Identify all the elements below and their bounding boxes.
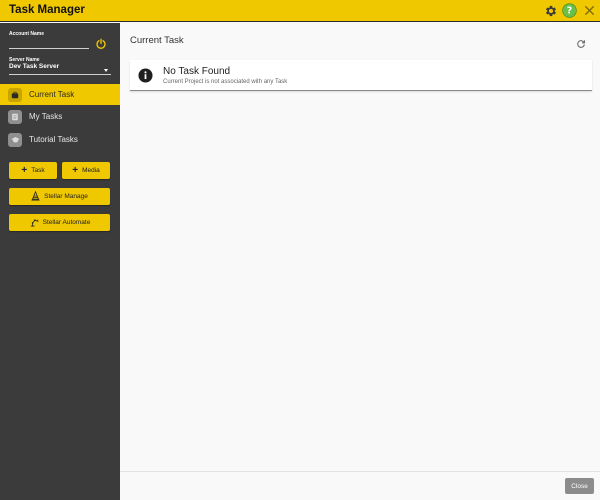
nav-item-tutorial-tasks[interactable]: Tutorial Tasks [0,129,120,150]
main-panel: Current Task No Task Found Current Proje… [120,23,600,500]
add-task-label: Task [31,167,45,174]
nav-item-current-task[interactable]: Current Task [0,84,120,105]
gear-icon[interactable] [543,3,558,18]
graduation-cap-icon [8,132,22,147]
no-task-notice: No Task Found Current Project is not ass… [130,60,592,91]
add-task-button[interactable]: + Task [9,162,57,179]
stellar-automate-button[interactable]: Stellar Automate [9,214,110,231]
server-underline [9,74,111,75]
refresh-icon[interactable] [576,36,586,48]
notice-subtitle: Current Project is not associated with a… [163,79,288,85]
account-name-field[interactable] [9,37,89,47]
account-name-underline [9,48,89,49]
notice-title: No Task Found [163,66,231,77]
svg-text:?: ? [567,6,572,17]
nav-label-current-task: Current Task [29,90,75,99]
close-icon[interactable] [582,3,597,18]
traffic-cone-icon [31,190,40,203]
app-title: Task Manager [9,4,85,16]
add-media-button[interactable]: + Media [62,162,110,179]
server-name-value: Dev Task Server [9,63,60,70]
footer: Close [120,471,600,500]
stellar-manage-label: Stellar Manage [44,193,88,200]
briefcase-icon [8,87,22,102]
plus-icon: + [72,164,79,176]
power-icon[interactable] [95,37,107,49]
sidebar: Account Name Server Name Dev Task Server… [0,23,120,500]
title-bar: Task Manager ? [0,0,600,22]
plus-icon: + [21,164,28,176]
nav-label-tutorial-tasks: Tutorial Tasks [29,135,78,144]
info-icon [138,68,153,83]
chevron-down-icon [104,69,108,72]
page-title: Current Task [130,35,184,46]
stellar-manage-button[interactable]: Stellar Manage [9,188,110,205]
nav-label-my-tasks: My Tasks [29,112,63,121]
robot-arm-icon [29,217,39,229]
list-icon [8,109,22,124]
close-button[interactable]: Close [565,478,594,494]
nav-item-my-tasks[interactable]: My Tasks [0,106,120,127]
help-icon[interactable]: ? [562,3,577,18]
server-select[interactable]: Dev Task Server [9,63,112,74]
add-media-label: Media [82,167,100,174]
stellar-automate-label: Stellar Automate [42,219,91,226]
